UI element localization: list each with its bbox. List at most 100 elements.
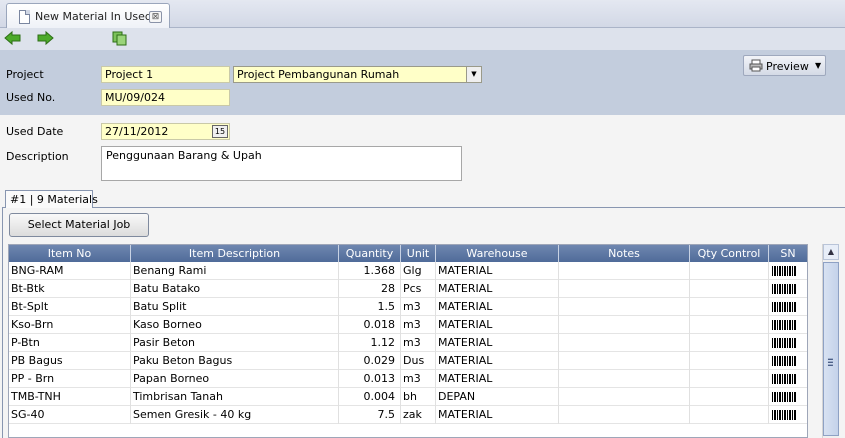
cell-unit[interactable]: m3 <box>401 370 436 388</box>
used-date-field[interactable]: 27/11/2012 15 <box>101 123 230 140</box>
cell-quantity[interactable]: 0.013 <box>339 370 401 388</box>
cell-notes[interactable] <box>559 370 690 388</box>
cell-unit[interactable]: bh <box>401 388 436 406</box>
cell-qty-control[interactable] <box>690 406 769 424</box>
cell-quantity[interactable]: 7.5 <box>339 406 401 424</box>
cell-qty-control[interactable] <box>690 370 769 388</box>
column-header-item-description[interactable]: Item Description <box>131 245 339 262</box>
serial-number-barcode-icon[interactable] <box>772 374 796 384</box>
cell-qty-control[interactable] <box>690 388 769 406</box>
cell-qty-control[interactable] <box>690 298 769 316</box>
table-row[interactable]: P-Btn Pasir Beton 1.12 m3 MATERIAL <box>9 334 807 352</box>
column-header-quantity[interactable]: Quantity <box>339 245 401 262</box>
serial-number-barcode-icon[interactable] <box>772 266 796 276</box>
cell-quantity[interactable]: 1.5 <box>339 298 401 316</box>
table-row[interactable]: Bt-Splt Batu Split 1.5 m3 MATERIAL <box>9 298 807 316</box>
scroll-up-icon[interactable]: ▲ <box>823 244 839 260</box>
table-row[interactable]: SG-40 Semen Gresik - 40 kg 7.5 zak MATERIAL <box>9 406 807 424</box>
document-tab[interactable]: New Material In Used ⊠ <box>6 3 170 29</box>
tab-materials[interactable]: #1 | 9 Materials <box>5 190 98 208</box>
cell-item-description[interactable]: Batu Batako <box>131 280 339 298</box>
cell-warehouse[interactable]: MATERIAL <box>436 280 559 298</box>
select-material-job-button[interactable]: Select Material Job <box>9 213 149 237</box>
cell-quantity[interactable]: 1.368 <box>339 262 401 280</box>
table-row[interactable]: PB Bagus Paku Beton Bagus 0.029 Dus MATERIAL <box>9 352 807 370</box>
cell-notes[interactable] <box>559 406 690 424</box>
cell-notes[interactable] <box>559 298 690 316</box>
used-no-field[interactable]: MU/09/024 <box>101 89 230 106</box>
vertical-scrollbar[interactable]: ▲ ━ ━ ━ <box>822 244 839 438</box>
serial-number-barcode-icon[interactable] <box>772 320 796 330</box>
close-tab-icon[interactable]: ⊠ <box>149 11 162 23</box>
cell-warehouse[interactable]: MATERIAL <box>436 352 559 370</box>
table-row[interactable]: Kso-Brn Kaso Borneo 0.018 m3 MATERIAL <box>9 316 807 334</box>
back-arrow-icon[interactable] <box>4 30 22 46</box>
cell-item-no[interactable]: PB Bagus <box>9 352 131 370</box>
cell-item-description[interactable]: Pasir Beton <box>131 334 339 352</box>
cell-quantity[interactable]: 0.018 <box>339 316 401 334</box>
forward-arrow-icon[interactable] <box>36 30 54 46</box>
cell-item-description[interactable]: Benang Rami <box>131 262 339 280</box>
cell-quantity[interactable]: 0.029 <box>339 352 401 370</box>
cell-warehouse[interactable]: MATERIAL <box>436 370 559 388</box>
description-textarea[interactable]: Penggunaan Barang & Upah <box>101 146 462 181</box>
serial-number-barcode-icon[interactable] <box>772 410 796 420</box>
project-name-select[interactable]: Project Pembangunan Rumah ▼ <box>233 66 482 83</box>
cell-item-description[interactable]: Paku Beton Bagus <box>131 352 339 370</box>
cell-qty-control[interactable] <box>690 316 769 334</box>
cell-notes[interactable] <box>559 334 690 352</box>
column-header-unit[interactable]: Unit <box>401 245 436 262</box>
preview-button[interactable]: Preview ▼ <box>743 55 826 76</box>
serial-number-barcode-icon[interactable] <box>772 356 796 366</box>
serial-number-barcode-icon[interactable] <box>772 338 796 348</box>
cell-warehouse[interactable]: DEPAN <box>436 388 559 406</box>
column-header-qty-control[interactable]: Qty Control <box>690 245 769 262</box>
cell-item-no[interactable]: Bt-Splt <box>9 298 131 316</box>
cell-warehouse[interactable]: MATERIAL <box>436 262 559 280</box>
cell-notes[interactable] <box>559 352 690 370</box>
column-header-item-no[interactable]: Item No <box>9 245 131 262</box>
chevron-down-icon[interactable]: ▼ <box>815 61 821 70</box>
cell-qty-control[interactable] <box>690 280 769 298</box>
cell-unit[interactable]: zak <box>401 406 436 424</box>
column-header-notes[interactable]: Notes <box>559 245 690 262</box>
cell-qty-control[interactable] <box>690 352 769 370</box>
copy-icon[interactable] <box>111 30 129 46</box>
chevron-down-icon[interactable]: ▼ <box>466 67 481 82</box>
table-row[interactable]: TMB-TNH Timbrisan Tanah 0.004 bh DEPAN <box>9 388 807 406</box>
serial-number-barcode-icon[interactable] <box>772 392 796 402</box>
cell-notes[interactable] <box>559 262 690 280</box>
cell-unit[interactable]: Glg <box>401 262 436 280</box>
cell-qty-control[interactable] <box>690 262 769 280</box>
calendar-icon[interactable]: 15 <box>212 125 228 138</box>
table-row[interactable]: BNG-RAM Benang Rami 1.368 Glg MATERIAL <box>9 262 807 280</box>
cell-notes[interactable] <box>559 280 690 298</box>
serial-number-barcode-icon[interactable] <box>772 302 796 312</box>
serial-number-barcode-icon[interactable] <box>772 284 796 294</box>
cell-quantity[interactable]: 0.004 <box>339 388 401 406</box>
cell-quantity[interactable]: 1.12 <box>339 334 401 352</box>
table-row[interactable]: Bt-Btk Batu Batako 28 Pcs MATERIAL <box>9 280 807 298</box>
cell-item-description[interactable]: Batu Split <box>131 298 339 316</box>
cell-warehouse[interactable]: MATERIAL <box>436 316 559 334</box>
cell-qty-control[interactable] <box>690 334 769 352</box>
cell-unit[interactable]: Pcs <box>401 280 436 298</box>
cell-warehouse[interactable]: MATERIAL <box>436 298 559 316</box>
scrollbar-thumb[interactable]: ━ ━ ━ <box>823 262 839 436</box>
cell-item-no[interactable]: PP - Brn <box>9 370 131 388</box>
table-row[interactable]: PP - Brn Papan Borneo 0.013 m3 MATERIAL <box>9 370 807 388</box>
cell-unit[interactable]: m3 <box>401 316 436 334</box>
cell-item-no[interactable]: SG-40 <box>9 406 131 424</box>
column-header-sn[interactable]: SN <box>769 245 807 262</box>
cell-item-no[interactable]: Kso-Brn <box>9 316 131 334</box>
cell-item-no[interactable]: Bt-Btk <box>9 280 131 298</box>
cell-item-description[interactable]: Timbrisan Tanah <box>131 388 339 406</box>
cell-item-no[interactable]: BNG-RAM <box>9 262 131 280</box>
cell-item-description[interactable]: Papan Borneo <box>131 370 339 388</box>
cell-warehouse[interactable]: MATERIAL <box>436 406 559 424</box>
project-code-field[interactable]: Project 1 <box>101 66 230 83</box>
cell-item-description[interactable]: Kaso Borneo <box>131 316 339 334</box>
cell-item-description[interactable]: Semen Gresik - 40 kg <box>131 406 339 424</box>
cell-quantity[interactable]: 28 <box>339 280 401 298</box>
cell-item-no[interactable]: TMB-TNH <box>9 388 131 406</box>
